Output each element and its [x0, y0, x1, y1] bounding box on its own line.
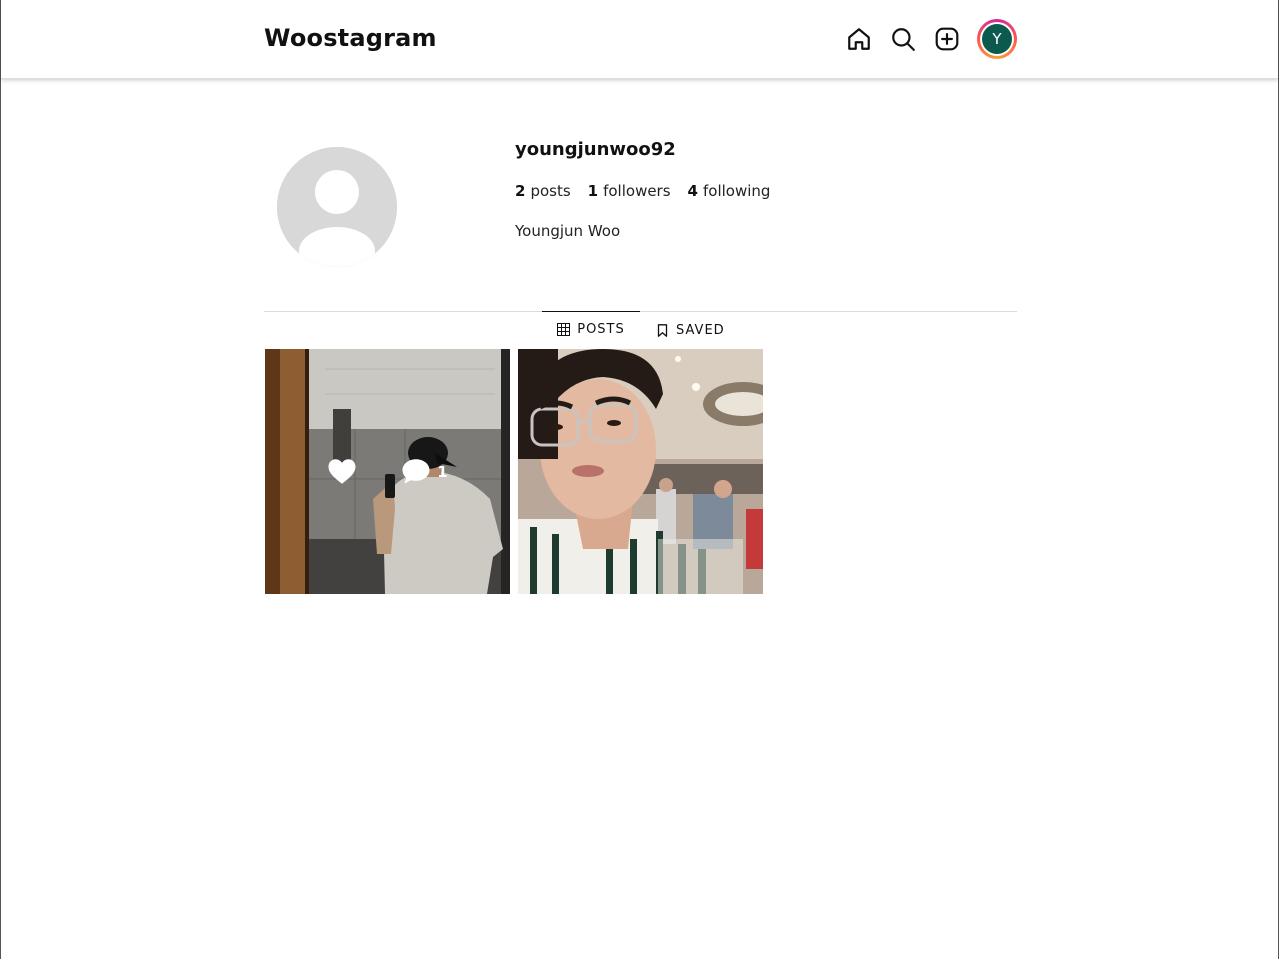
bookmark-icon	[657, 323, 668, 337]
avatar: Y	[980, 22, 1014, 56]
tab-saved[interactable]: SAVED	[656, 312, 725, 348]
tabs-divider	[264, 311, 1017, 312]
add-post-icon[interactable]	[934, 26, 960, 52]
profile-picture-placeholder	[277, 147, 397, 267]
tab-posts-label: POSTS	[577, 322, 625, 337]
comments-indicator: 1	[401, 458, 448, 485]
grid-icon	[557, 323, 571, 336]
user-silhouette-icon	[277, 147, 397, 267]
avatar-letter: Y	[982, 24, 1012, 54]
home-icon[interactable]	[846, 26, 872, 52]
profile-username: youngjunwoo92	[515, 139, 676, 160]
profile-full-name: Youngjun Woo	[515, 222, 621, 240]
post-thumbnail-2[interactable]	[518, 349, 763, 594]
likes-indicator	[327, 458, 363, 485]
followers-stat[interactable]: 1 followers	[588, 182, 671, 200]
comments-count: 1	[437, 462, 448, 481]
app-logo[interactable]: Woostagram	[264, 24, 437, 52]
top-navbar: Woostagram Y	[1, 0, 1278, 79]
tab-saved-label: SAVED	[676, 322, 725, 338]
heart-icon	[328, 459, 356, 484]
selfie-photo	[518, 349, 763, 594]
search-icon[interactable]	[890, 26, 916, 52]
post-hover-overlay: 1	[265, 349, 510, 594]
profile-avatar-button[interactable]: Y	[977, 19, 1017, 59]
tab-posts[interactable]: POSTS	[542, 311, 640, 347]
following-stat[interactable]: 4 following	[688, 182, 771, 200]
post-thumbnail-1[interactable]: 1	[265, 349, 510, 594]
posts-stat: 2 posts	[515, 182, 571, 200]
comment-icon	[402, 459, 430, 484]
profile-stats: 2 posts 1 followers 4 following	[515, 182, 770, 200]
